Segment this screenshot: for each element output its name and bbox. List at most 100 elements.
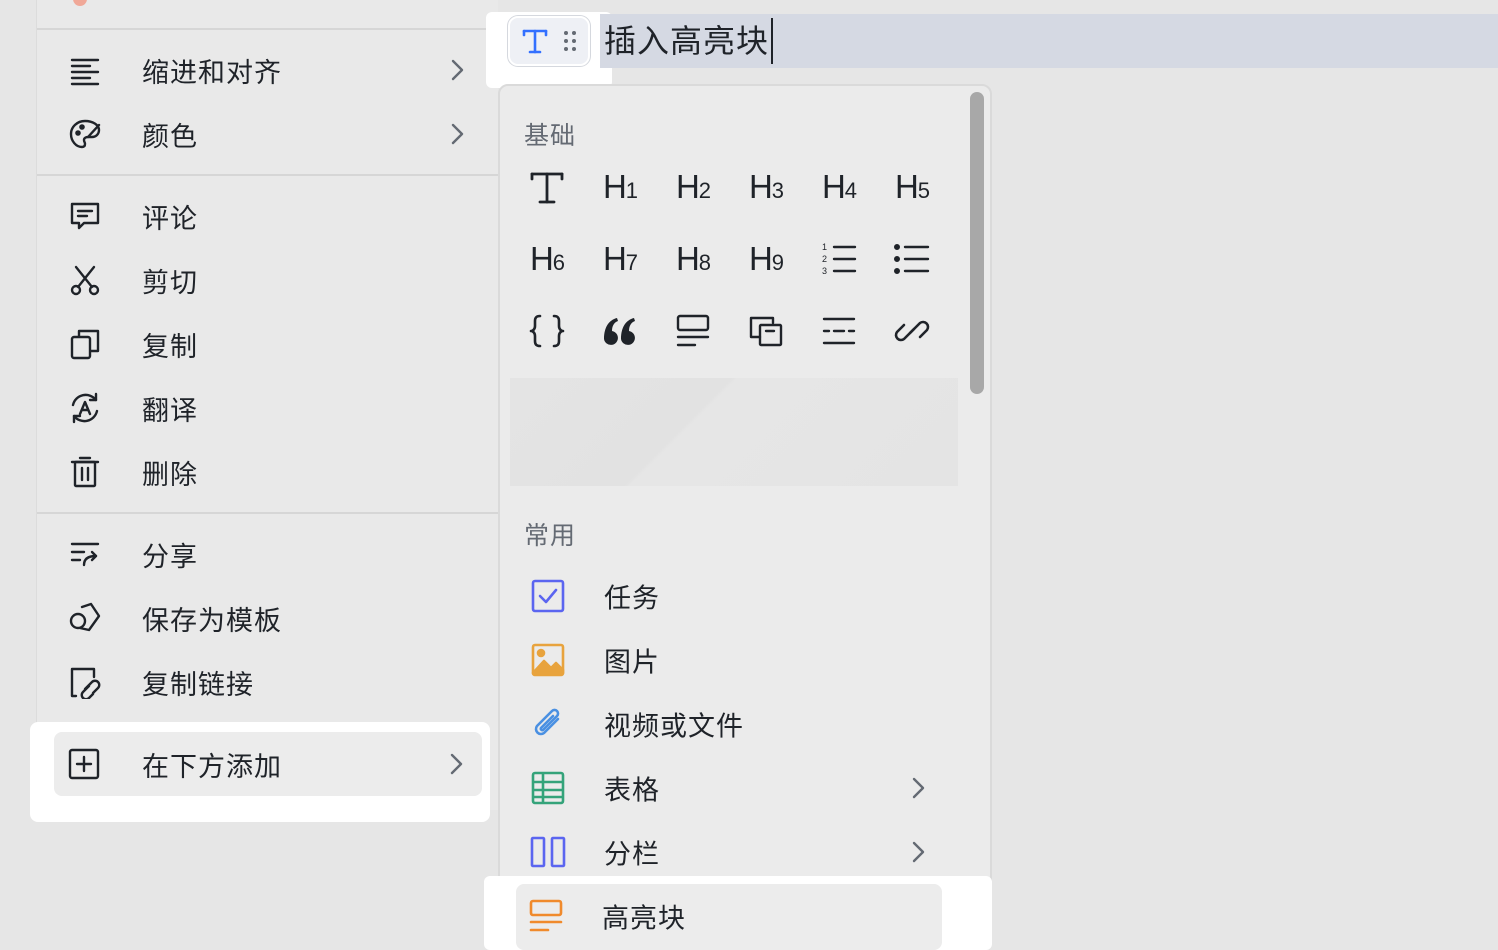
translate-icon <box>67 390 103 426</box>
basic-block-h6[interactable]: H6 <box>512 228 582 290</box>
common-item-label: 视频或文件 <box>604 711 744 743</box>
menu-item-comment[interactable]: 评论 <box>37 184 499 248</box>
menu-top-edge-decoration <box>73 0 87 6</box>
menu-item-cut[interactable]: 剪切 <box>37 248 499 312</box>
menu-item-add-below[interactable]: 在下方添加 <box>54 732 482 796</box>
common-item-label: 图片 <box>604 647 660 679</box>
ordered-list-icon: 1 2 3 <box>822 242 857 276</box>
section-title-basic: 基础 <box>524 121 577 150</box>
table-icon <box>528 768 568 808</box>
common-item-video-file[interactable]: 视频或文件 <box>512 692 968 756</box>
common-item-table[interactable]: 表格 <box>512 756 968 820</box>
menu-item-label: 复制链接 <box>142 669 254 701</box>
menu-item-translate[interactable]: 翻译 <box>37 376 499 440</box>
menu-item-label: 保存为模板 <box>142 605 282 637</box>
menu-item-label: 分享 <box>142 541 198 573</box>
menu-item-delete[interactable]: 删除 <box>37 440 499 504</box>
menu-item-label: 剪切 <box>142 267 198 299</box>
basic-block-h8[interactable]: H8 <box>658 228 728 290</box>
menu-item-label: 在下方添加 <box>142 751 282 783</box>
menu-item-indent-align[interactable]: 缩进和对齐 <box>37 38 499 102</box>
basic-block-bullet-list[interactable] <box>877 228 947 290</box>
copy-icon <box>67 326 103 362</box>
menu-divider <box>37 28 498 30</box>
divider-icon <box>822 317 856 345</box>
basic-block-link[interactable] <box>877 300 947 362</box>
content-preview-placeholder <box>510 378 958 486</box>
common-item-label: 分栏 <box>604 839 660 871</box>
svg-text:1: 1 <box>822 242 827 252</box>
heading-5-icon: H5 <box>894 168 930 205</box>
heading-9-icon: H9 <box>748 240 784 277</box>
menu-item-save-template[interactable]: 保存为模板 <box>37 586 499 650</box>
text-icon <box>530 172 564 204</box>
menu-item-label: 缩进和对齐 <box>142 57 282 89</box>
basic-block-divider[interactable] <box>804 300 874 362</box>
basic-block-h3[interactable]: H3 <box>731 156 801 218</box>
chevron-right-icon <box>912 841 925 863</box>
columns-icon <box>528 832 568 872</box>
basic-block-code[interactable] <box>512 300 582 362</box>
basic-block-text[interactable] <box>512 156 582 218</box>
scrollbar-thumb[interactable] <box>970 92 984 394</box>
comment-icon <box>67 198 103 234</box>
common-item-highlight-block[interactable]: 高亮块 <box>510 884 966 948</box>
callout-icon <box>676 314 710 347</box>
code-braces-icon <box>529 314 565 348</box>
copy-link-icon <box>67 664 103 700</box>
heading-7-icon: H7 <box>602 240 638 277</box>
quote-icon <box>604 318 635 345</box>
menu-divider <box>37 512 498 514</box>
text-icon <box>522 29 548 54</box>
common-item-columns[interactable]: 分栏 <box>512 820 968 884</box>
basic-block-ordered-list[interactable]: 1 2 3 <box>804 228 874 290</box>
heading-4-icon: H4 <box>821 168 857 205</box>
menu-item-label: 翻译 <box>142 395 198 427</box>
menu-divider <box>37 174 498 176</box>
task-checkbox-icon <box>528 576 568 616</box>
common-item-label: 任务 <box>604 583 660 615</box>
block-context-menu: 缩进和对齐 颜色 评论 剪切 复制 翻译 删除 分享 保存为模板 复制链接 <box>36 0 498 810</box>
basic-block-quote[interactable] <box>585 300 655 362</box>
basic-block-h9[interactable]: H9 <box>731 228 801 290</box>
image-icon <box>528 640 568 680</box>
heading-2-icon: H2 <box>675 168 711 205</box>
align-left-icon <box>67 52 103 88</box>
share-icon <box>67 536 103 572</box>
menu-item-copy-link[interactable]: 复制链接 <box>37 650 499 714</box>
common-item-task[interactable]: 任务 <box>512 564 968 628</box>
svg-text:3: 3 <box>822 266 827 276</box>
chevron-right-icon <box>450 753 463 775</box>
menu-item-label: 删除 <box>142 459 198 491</box>
template-icon <box>67 600 103 636</box>
highlight-block-icon <box>526 896 566 936</box>
basic-block-h1[interactable]: H1 <box>585 156 655 218</box>
insert-block-panel: 基础 H1 H2 H3 H4 H5 H6 H7 H8 H9 1 2 3 常用 任务 … <box>498 84 992 950</box>
menu-item-label: 复制 <box>142 331 198 363</box>
drag-dots-icon[interactable] <box>563 30 577 52</box>
link-icon <box>894 320 930 342</box>
basic-block-h4[interactable]: H4 <box>804 156 874 218</box>
trash-icon <box>67 454 103 490</box>
menu-item-copy[interactable]: 复制 <box>37 312 499 376</box>
common-item-label: 高亮块 <box>602 903 686 935</box>
bullet-list-icon <box>894 243 930 275</box>
basic-block-h2[interactable]: H2 <box>658 156 728 218</box>
paperclip-icon <box>528 704 568 744</box>
menu-item-color[interactable]: 颜色 <box>37 102 499 166</box>
palette-icon <box>67 116 103 152</box>
basic-block-synced[interactable] <box>731 300 801 362</box>
heading-8-icon: H8 <box>675 240 711 277</box>
editor-line-text[interactable]: 插入高亮块 <box>604 18 774 64</box>
common-item-image[interactable]: 图片 <box>512 628 968 692</box>
scissors-icon <box>67 262 103 298</box>
menu-item-share[interactable]: 分享 <box>37 522 499 586</box>
section-title-common: 常用 <box>524 521 577 550</box>
basic-block-callout[interactable] <box>658 300 728 362</box>
menu-item-label: 颜色 <box>142 121 198 153</box>
basic-block-h5[interactable]: H5 <box>877 156 947 218</box>
basic-block-h7[interactable]: H7 <box>585 228 655 290</box>
svg-text:2: 2 <box>822 254 827 264</box>
block-handle[interactable] <box>508 16 590 66</box>
synced-block-icon <box>749 316 783 347</box>
